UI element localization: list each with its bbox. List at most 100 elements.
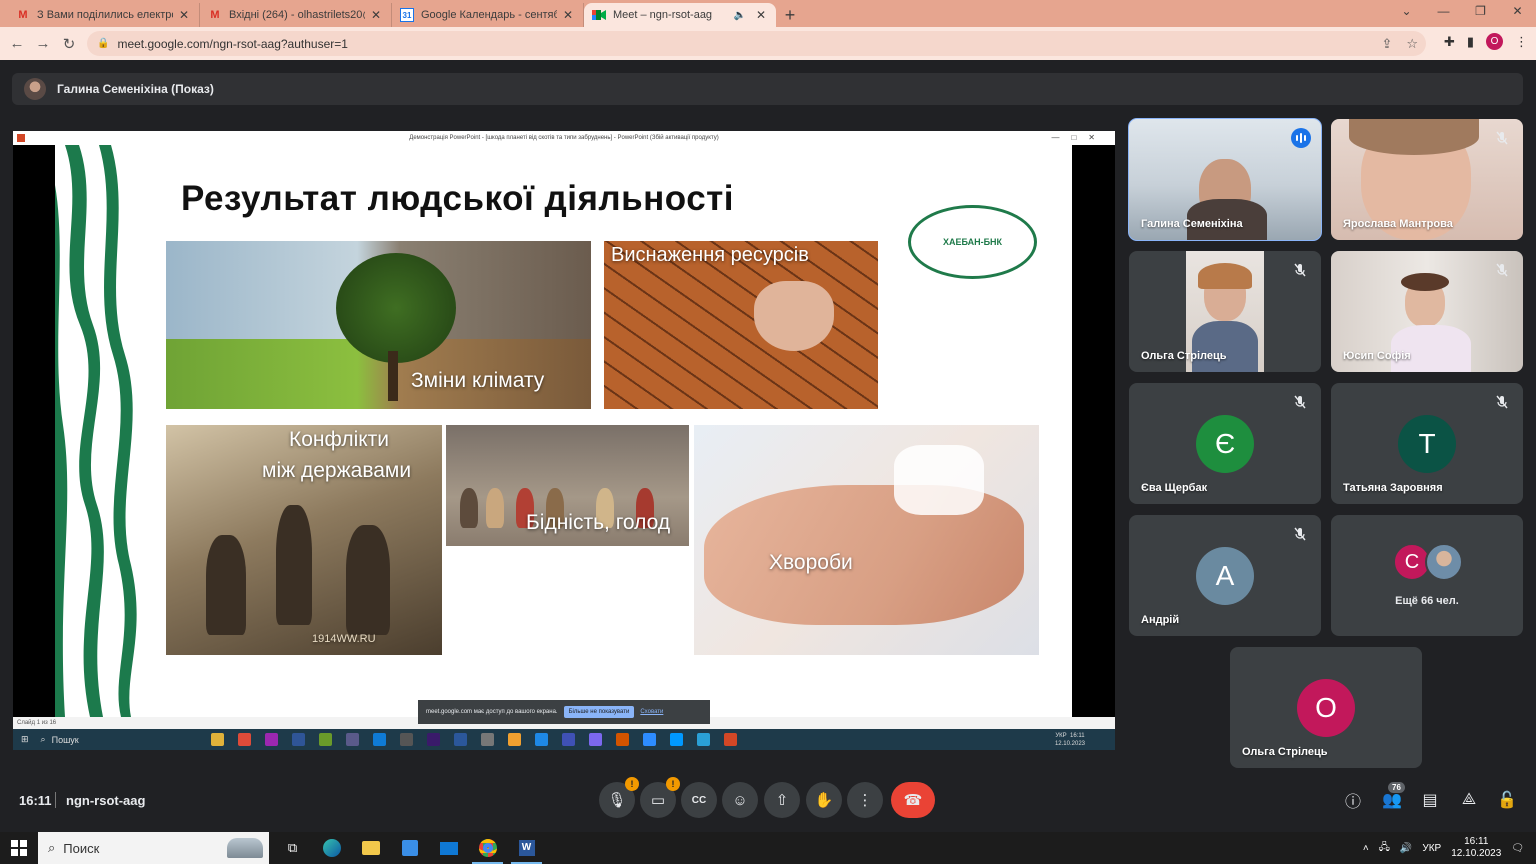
new-tab-button[interactable]: + (776, 3, 804, 27)
hide-link[interactable]: Сховати (640, 709, 663, 715)
taskbar-apps: ⧉ W (273, 832, 546, 864)
shared-taskbar-icons (210, 733, 737, 746)
windows-icon: ⊞ (21, 734, 29, 744)
tab-search-icon[interactable]: ⌄ (1388, 0, 1425, 24)
powerpoint-icon (17, 134, 25, 142)
people-icon: 👥 (1382, 792, 1402, 809)
minimize-icon[interactable]: — (1425, 0, 1462, 24)
input-language[interactable]: УКР (1422, 843, 1441, 854)
lock-icon[interactable]: 🔒 (97, 38, 109, 49)
file-explorer-icon[interactable] (351, 832, 390, 864)
hand-icon: ✋ (814, 792, 834, 809)
presenter-avatar (24, 78, 46, 100)
caption-poverty: Бідність, голод (526, 511, 671, 534)
os-time: 16:11 (1464, 836, 1489, 847)
present-button[interactable]: ⇧ (764, 782, 800, 818)
meeting-time: 16:11 (19, 792, 52, 808)
screen-share-notice: meet.google.com має доступ до вашого екр… (418, 700, 710, 724)
speaking-indicator-icon (1291, 128, 1311, 148)
gmail-icon: M (210, 9, 220, 21)
speaker-icon[interactable]: 🔈 (734, 10, 746, 21)
caption-climate: Зміни клімату (411, 369, 545, 392)
network-icon[interactable]: 🖧 (1379, 840, 1390, 857)
decorative-stripes (55, 145, 139, 717)
mail-icon[interactable] (429, 832, 468, 864)
close-icon[interactable]: ✕ (754, 8, 768, 22)
task-view-icon[interactable]: ⧉ (273, 832, 312, 864)
participant-tile[interactable]: Галина Семеніхіна (1128, 118, 1322, 241)
tab-calendar[interactable]: 31 Google Календарь - сентябрь 2 ✕ (392, 3, 584, 27)
extensions-icon[interactable]: ✚ (1444, 34, 1455, 50)
captions-button[interactable]: CC (681, 782, 717, 818)
shared-lang: УКР (1055, 732, 1067, 739)
address-bar[interactable]: 🔒 meet.google.com/ngn-rsot-aag?authuser=… (87, 31, 1426, 56)
participant-tile[interactable]: Юсип Софія (1331, 251, 1523, 372)
participant-tile[interactable]: Ярослава Мантрова (1331, 119, 1523, 240)
ppt-title-text: Демонстрація PowerPoint - [шкода планеті… (409, 135, 719, 141)
host-controls-button[interactable]: 🔓 (1495, 788, 1519, 812)
stop-sharing-button[interactable]: Більше не показувати (563, 706, 635, 718)
logo-text: ХАЕБАН-БНК (942, 237, 1003, 247)
participant-tile[interactable]: А Андрій (1129, 515, 1321, 636)
more-participants-label: Ещё 66 чел. (1395, 595, 1459, 607)
share-icon[interactable]: ⇪ (1381, 36, 1392, 52)
participant-name: Єва Щербак (1141, 482, 1208, 494)
mic-off-icon (1493, 261, 1511, 279)
meeting-controls-bar: 16:11 ngn-rsot-aag 🎙 ! ▭ ! CC ☺ ⇧ ✋ ⋮ ☎ … (0, 777, 1536, 822)
close-icon[interactable]: ✕ (177, 8, 191, 22)
reactions-button[interactable]: ☺ (722, 782, 758, 818)
store-icon[interactable] (390, 832, 429, 864)
divider (55, 792, 56, 808)
os-search-box[interactable]: ⌕ Поиск (38, 832, 269, 864)
forward-icon[interactable]: → (30, 35, 56, 52)
profile-avatar[interactable]: О (1486, 33, 1503, 50)
chat-button[interactable]: ▤ (1418, 788, 1442, 812)
mic-icon: 🎙 (607, 792, 627, 809)
edge-icon[interactable] (312, 832, 351, 864)
system-tray: ˄ 🖧 🔊 УКР 16:11 12.10.2023 🗨 (1363, 832, 1536, 864)
search-highlight-image (227, 838, 263, 858)
mic-off-icon (1291, 393, 1309, 411)
side-panel-icon[interactable]: ▮ (1467, 34, 1474, 50)
bookmark-star-icon[interactable]: ☆ (1406, 36, 1418, 52)
camera-button[interactable]: ▭ ! (640, 777, 680, 818)
tab-gmail-shared[interactable]: M З Вами поділились електронною ✕ (8, 3, 200, 27)
raise-hand-button[interactable]: ✋ (806, 782, 842, 818)
microphone-button[interactable]: 🎙 ! (599, 777, 639, 818)
os-clock[interactable]: 16:11 12.10.2023 (1451, 836, 1501, 860)
tab-gmail-inbox[interactable]: M Вхідні (264) - olhastrilets20@gm ✕ (200, 3, 392, 27)
menu-kebab-icon[interactable]: ⋮ (1515, 34, 1528, 50)
close-window-icon[interactable]: ✕ (1499, 0, 1536, 24)
participant-tile[interactable]: Є Єва Щербак (1129, 383, 1321, 504)
close-icon[interactable]: ✕ (369, 8, 383, 22)
start-button[interactable] (0, 832, 38, 864)
os-search-placeholder: Поиск (63, 840, 100, 856)
chrome-icon[interactable] (468, 832, 507, 864)
more-options-button[interactable]: ⋮ (847, 782, 883, 818)
meeting-details-button[interactable]: ⓘ (1341, 788, 1365, 812)
people-button[interactable]: 👥 76 (1380, 782, 1405, 812)
info-icon: ⓘ (1344, 794, 1361, 811)
shared-date: 12.10.2023 (1054, 740, 1085, 747)
watermark-text: 1914WW.RU (312, 633, 376, 645)
participant-tile[interactable]: О Ольга Стрілець (1230, 647, 1422, 768)
participant-tile[interactable]: Ольга Стрілець (1129, 251, 1321, 372)
more-participants-tile[interactable]: С Ещё 66 чел. (1331, 515, 1523, 636)
participant-tile[interactable]: Т Татьяна Заровняя (1331, 383, 1523, 504)
close-icon[interactable]: ✕ (561, 8, 575, 22)
participant-name: Ольга Стрілець (1242, 746, 1328, 758)
notifications-icon[interactable]: 🗨 (1511, 843, 1524, 854)
volume-icon[interactable]: 🔊 (1400, 843, 1412, 854)
more-participants-avatars: С (1393, 543, 1463, 581)
chevron-up-icon[interactable]: ˄ (1363, 843, 1369, 854)
activities-button[interactable]: ⟁ (1457, 788, 1481, 812)
back-icon[interactable]: ← (4, 35, 30, 52)
leave-call-button[interactable]: ☎ (891, 782, 935, 818)
more-vert-icon: ⋮ (857, 792, 873, 809)
poverty-image: Бідність, голод (446, 425, 689, 546)
calendar-icon: 31 (400, 8, 414, 22)
word-icon[interactable]: W (507, 832, 546, 864)
reload-icon[interactable]: ↻ (56, 35, 82, 53)
tab-meet[interactable]: Meet – ngn-rsot-aag 🔈 ✕ (584, 3, 776, 27)
restore-icon[interactable]: ❐ (1462, 0, 1499, 24)
